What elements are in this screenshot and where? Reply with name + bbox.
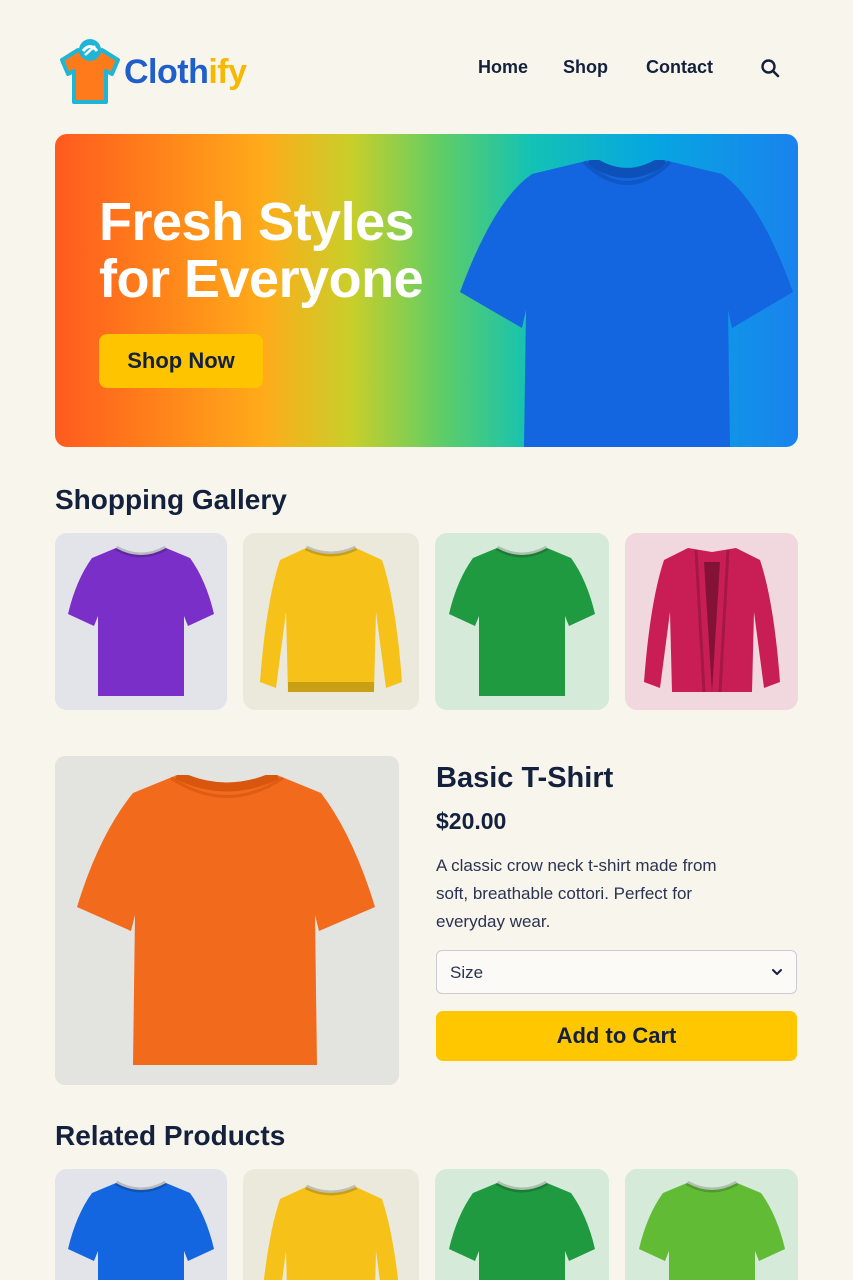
hero-title: Fresh Styles for Everyone bbox=[99, 192, 424, 309]
t-shirt-image bbox=[68, 545, 214, 696]
related-item-3[interactable] bbox=[435, 1169, 609, 1280]
gallery-item-4[interactable] bbox=[625, 533, 798, 710]
size-select-value: Size bbox=[450, 963, 484, 982]
t-shirt-image bbox=[449, 545, 595, 696]
t-shirt-image bbox=[68, 1181, 214, 1280]
gallery-item-3[interactable] bbox=[435, 533, 609, 710]
related-title: Related Products bbox=[55, 1120, 286, 1151]
site-header: Clothify Home Shop Contact bbox=[0, 0, 853, 136]
product-name: Basic T-Shirt bbox=[436, 762, 614, 794]
product-price: $20.00 bbox=[436, 808, 507, 834]
gallery-item-1[interactable] bbox=[55, 533, 227, 710]
add-to-cart-button[interactable]: Add to Cart bbox=[436, 1011, 797, 1061]
size-select[interactable]: Size bbox=[436, 950, 797, 994]
nav-contact-link[interactable]: Contact bbox=[646, 57, 713, 78]
chevron-down-icon bbox=[772, 969, 782, 975]
related-item-4[interactable] bbox=[625, 1169, 798, 1280]
gallery-item-2[interactable] bbox=[243, 533, 419, 710]
search-icon[interactable] bbox=[758, 56, 782, 80]
nav-home-link[interactable]: Home bbox=[478, 57, 528, 78]
related-item-2[interactable] bbox=[243, 1169, 419, 1280]
hero-tshirt-image bbox=[460, 160, 793, 447]
sweater-image bbox=[260, 545, 402, 692]
product-description: A classic crow neck t-shirt made from so… bbox=[436, 856, 717, 931]
sweater-image bbox=[263, 1184, 399, 1280]
gallery-title: Shopping Gallery bbox=[55, 484, 287, 515]
orange-tshirt-image bbox=[77, 774, 375, 1065]
shop-now-button[interactable]: Shop Now bbox=[99, 334, 263, 388]
product-image bbox=[55, 756, 399, 1085]
main-nav: Home Shop Contact bbox=[0, 57, 853, 81]
related-item-1[interactable] bbox=[55, 1169, 227, 1280]
t-shirt-image bbox=[638, 1181, 785, 1280]
hero-banner: Fresh Styles for Everyone Shop Now bbox=[55, 134, 798, 447]
nav-shop-link[interactable]: Shop bbox=[563, 57, 608, 78]
t-shirt-image bbox=[449, 1181, 595, 1280]
cardigan-image bbox=[643, 547, 780, 692]
